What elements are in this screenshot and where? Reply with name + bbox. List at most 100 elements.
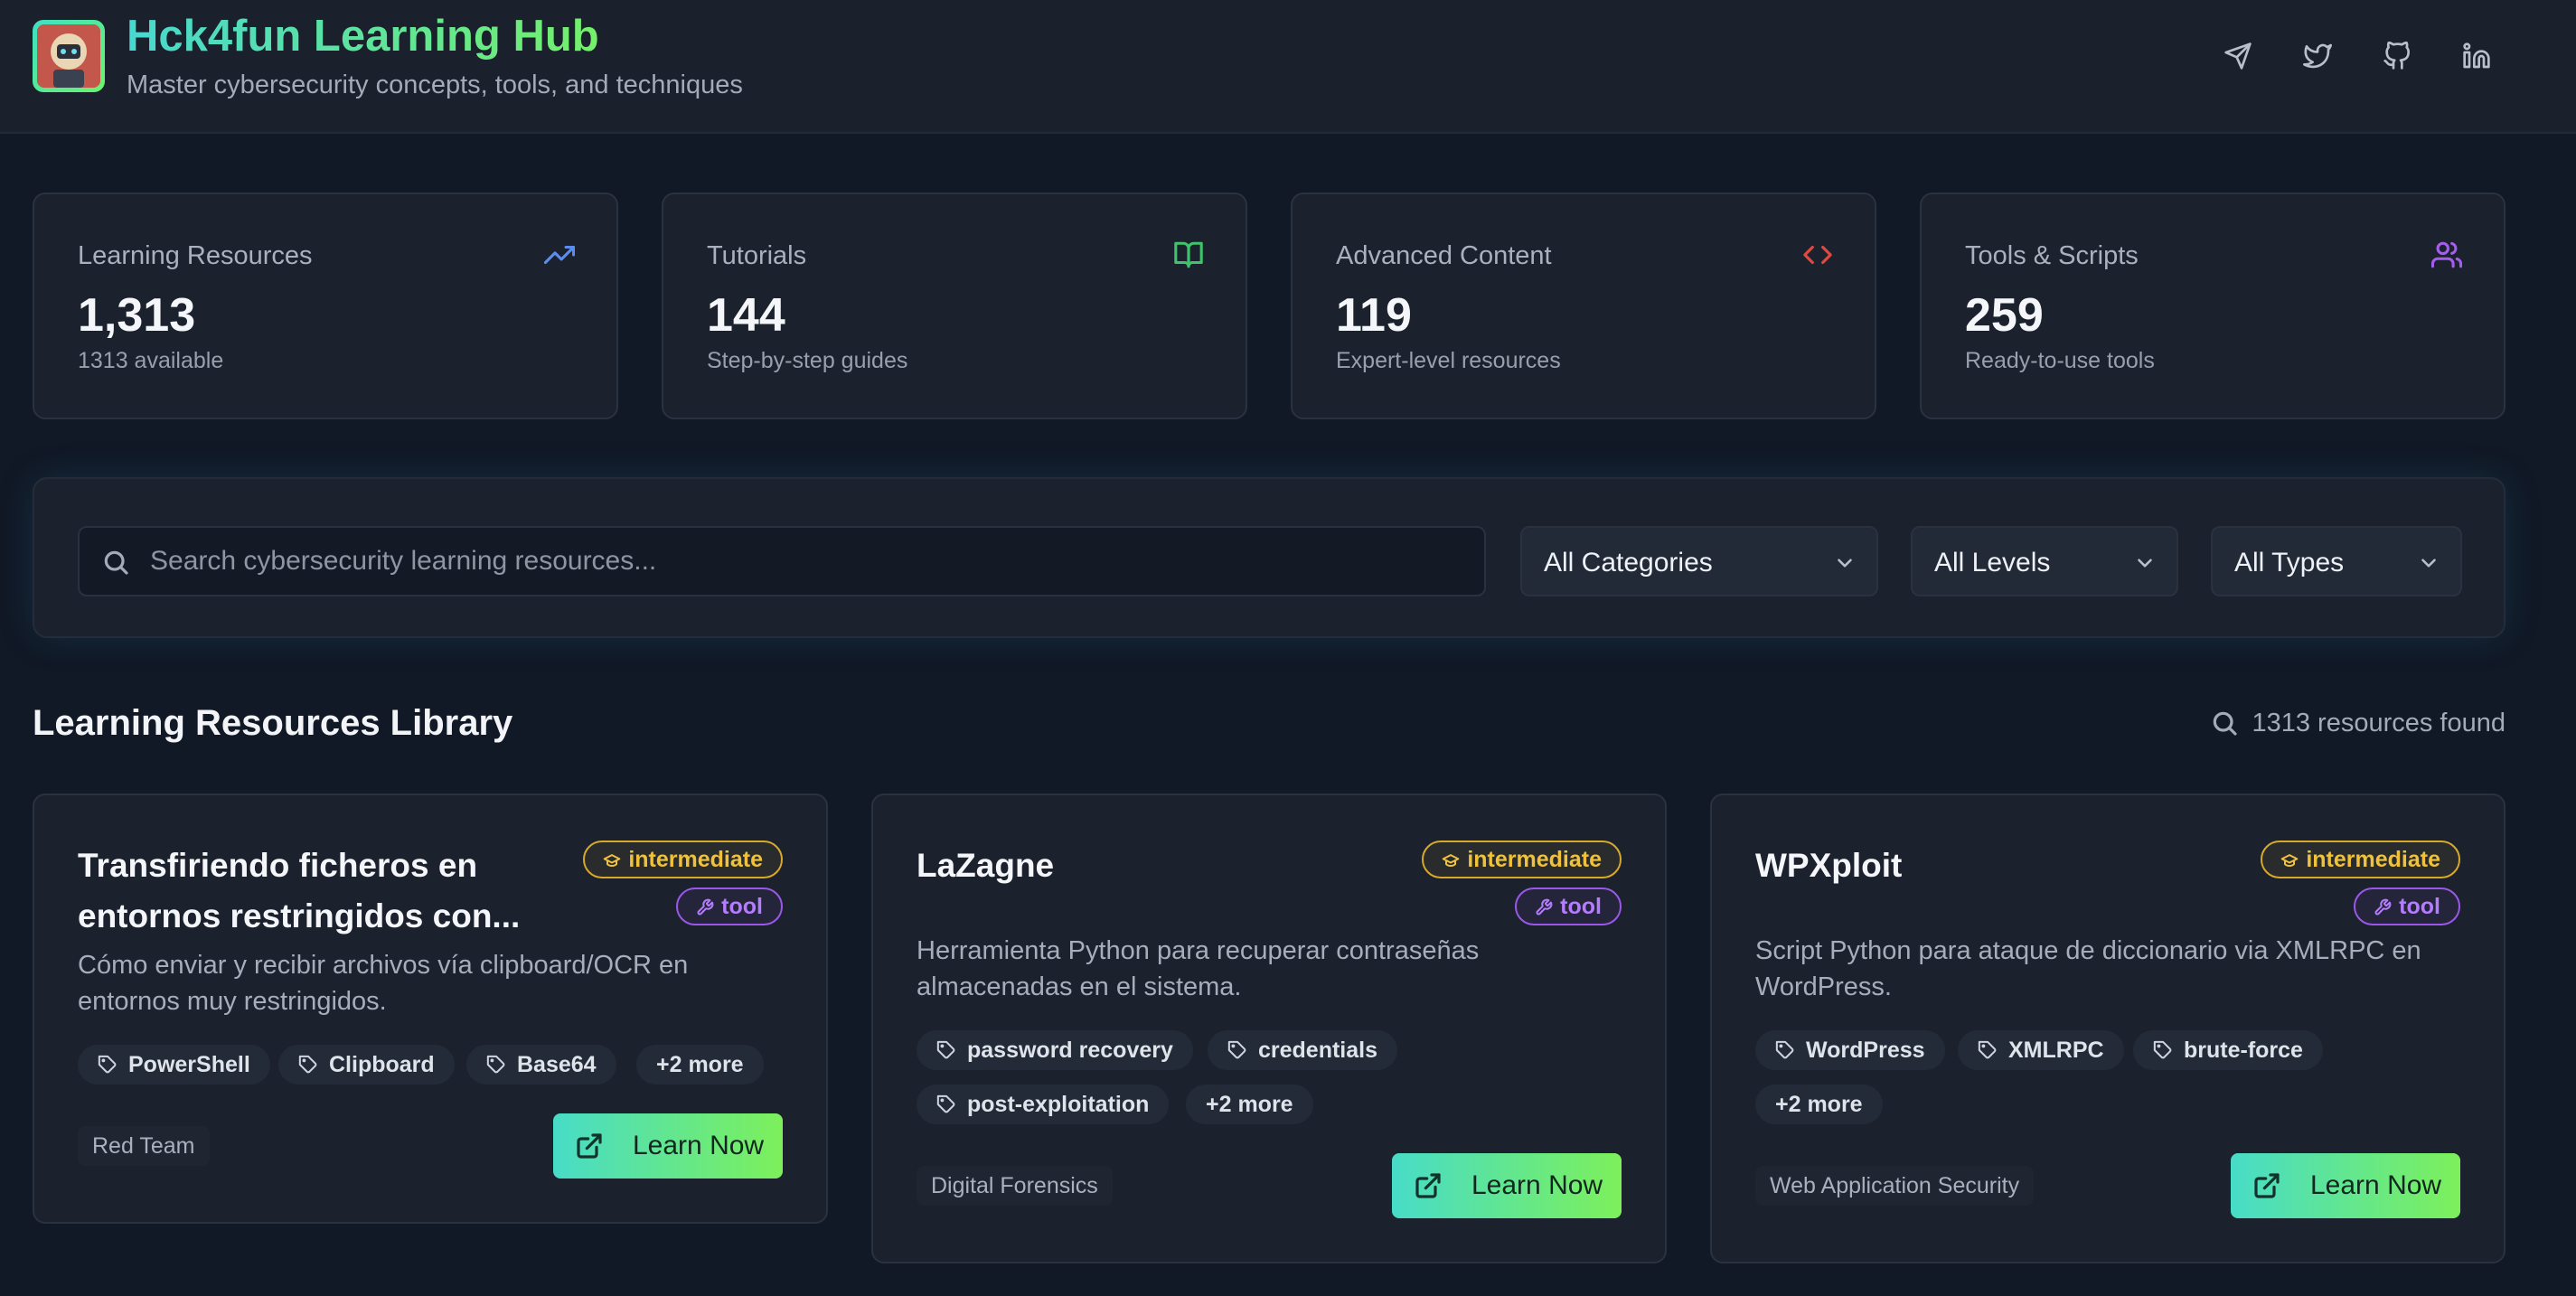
app-subtitle: Master cybersecurity concepts, tools, an… bbox=[127, 70, 743, 99]
level-badge: intermediate bbox=[2261, 841, 2460, 878]
stat-card-tutorials: Tutorials 144 Step-by-step guides bbox=[662, 193, 1247, 419]
type-badge: tool bbox=[676, 887, 783, 925]
stat-subtext: Expert-level resources bbox=[1336, 348, 1561, 373]
tag-icon bbox=[98, 1055, 117, 1074]
learn-now-button[interactable]: Learn Now bbox=[553, 1113, 783, 1179]
trending-up-icon bbox=[543, 239, 576, 270]
graduation-cap-icon bbox=[603, 854, 621, 868]
category-select[interactable]: All Categories bbox=[1520, 526, 1878, 596]
search-box bbox=[78, 526, 1486, 596]
stat-subtext: 1313 available bbox=[78, 348, 224, 373]
learn-now-button[interactable]: Learn Now bbox=[1392, 1153, 1622, 1218]
search-input[interactable] bbox=[150, 528, 1470, 595]
category-label: Web Application Security bbox=[1755, 1166, 2035, 1206]
card-title[interactable]: LaZagne bbox=[917, 841, 1405, 891]
tag-icon bbox=[936, 1094, 955, 1113]
level-badge: intermediate bbox=[583, 841, 783, 878]
card-description: Cómo enviar y recibir archivos vía clipb… bbox=[78, 951, 689, 1016]
learn-now-label: Learn Now bbox=[633, 1131, 765, 1160]
level-badge: intermediate bbox=[1422, 841, 1622, 878]
telegram-icon[interactable] bbox=[2220, 38, 2256, 74]
tag-icon bbox=[1227, 1040, 1246, 1059]
users-icon bbox=[2430, 239, 2463, 270]
tag-label: credentials bbox=[1258, 1038, 1378, 1063]
more-tags-badge[interactable]: +2 more bbox=[1186, 1085, 1313, 1124]
tag-label: XMLRPC bbox=[2008, 1038, 2104, 1063]
search-icon bbox=[2214, 711, 2238, 736]
type-badge: tool bbox=[1515, 887, 1622, 925]
type-badge-label: tool bbox=[2399, 894, 2440, 919]
stat-card-learning-resources: Learning Resources 1,313 1313 available bbox=[33, 193, 618, 419]
more-tags-badge[interactable]: +2 more bbox=[1755, 1085, 1883, 1124]
stat-label: Tools & Scripts bbox=[1965, 241, 2139, 270]
card-title[interactable]: Transfiriendo ficheros en entornos restr… bbox=[78, 841, 566, 942]
type-select[interactable]: All Types bbox=[2211, 526, 2462, 596]
tag[interactable]: post-exploitation bbox=[917, 1085, 1170, 1124]
tag-icon bbox=[298, 1055, 317, 1074]
card-description: Herramienta Python para recuperar contra… bbox=[917, 936, 1480, 1001]
stat-label: Learning Resources bbox=[78, 241, 313, 270]
tag[interactable]: password recovery bbox=[917, 1030, 1193, 1070]
app-title: Hck4fun Learning Hub bbox=[127, 12, 599, 61]
app-logo bbox=[33, 20, 105, 92]
tag-icon bbox=[936, 1040, 955, 1059]
stat-value: 144 bbox=[707, 289, 785, 342]
card-description: Script Python para ataque de diccionario… bbox=[1755, 936, 2421, 1001]
level-select[interactable]: All Levels bbox=[1911, 526, 2178, 596]
stat-label: Advanced Content bbox=[1336, 241, 1552, 270]
external-link-icon bbox=[1415, 1173, 1441, 1198]
code-icon bbox=[1802, 239, 1833, 270]
stat-value: 259 bbox=[1965, 289, 2044, 342]
tag-icon bbox=[1978, 1040, 1997, 1059]
stat-value: 1,313 bbox=[78, 289, 196, 342]
card-title[interactable]: WPXploit bbox=[1755, 841, 2243, 891]
type-badge-label: tool bbox=[1560, 894, 1602, 919]
linkedin-icon[interactable] bbox=[2458, 38, 2495, 74]
learn-now-label: Learn Now bbox=[2310, 1170, 2442, 1200]
twitter-icon[interactable] bbox=[2299, 38, 2336, 74]
chevron-down-icon bbox=[2421, 559, 2436, 568]
tag-label: password recovery bbox=[967, 1038, 1173, 1063]
library-title: Learning Resources Library bbox=[33, 703, 513, 743]
app-header: Hck4fun Learning Hub Master cybersecurit… bbox=[0, 0, 2576, 134]
resource-card: LaZagne intermediate tool Herramienta Py… bbox=[871, 794, 1667, 1263]
tag-label: WordPress bbox=[1806, 1038, 1925, 1063]
level-select-value: All Levels bbox=[1934, 548, 2051, 578]
stat-label: Tutorials bbox=[707, 241, 807, 270]
stat-value: 119 bbox=[1336, 289, 1412, 342]
tag-label: Base64 bbox=[517, 1052, 597, 1077]
wrench-icon bbox=[2374, 898, 2392, 916]
chevron-down-icon bbox=[2138, 559, 2152, 568]
results-count: 1313 resources found bbox=[2210, 709, 2505, 738]
learn-now-button[interactable]: Learn Now bbox=[2231, 1153, 2460, 1218]
filter-bar: All Categories All Levels All Types bbox=[33, 477, 2505, 638]
level-badge-label: intermediate bbox=[1467, 847, 1602, 872]
search-icon bbox=[104, 550, 128, 575]
graduation-cap-icon bbox=[1442, 854, 1460, 868]
more-tags-badge[interactable]: +2 more bbox=[636, 1045, 764, 1085]
tag[interactable]: Clipboard bbox=[278, 1045, 455, 1085]
level-badge-label: intermediate bbox=[2306, 847, 2440, 872]
tag[interactable]: WordPress bbox=[1755, 1030, 1945, 1070]
stat-subtext: Step-by-step guides bbox=[707, 348, 908, 373]
results-count-text: 1313 resources found bbox=[2252, 709, 2505, 737]
tag-icon bbox=[2153, 1040, 2172, 1059]
graduation-cap-icon bbox=[2280, 854, 2299, 868]
stat-card-tools-scripts: Tools & Scripts 259 Ready-to-use tools bbox=[1920, 193, 2505, 419]
category-label: Red Team bbox=[78, 1126, 210, 1166]
stat-card-advanced-content: Advanced Content 119 Expert-level resour… bbox=[1291, 193, 1876, 419]
learn-now-label: Learn Now bbox=[1471, 1170, 1603, 1200]
tag-label: PowerShell bbox=[128, 1052, 250, 1077]
tag[interactable]: XMLRPC bbox=[1958, 1030, 2124, 1070]
github-icon[interactable] bbox=[2379, 38, 2415, 74]
type-badge-label: tool bbox=[721, 894, 763, 919]
type-select-value: All Types bbox=[2234, 548, 2345, 578]
tag-label: Clipboard bbox=[329, 1052, 435, 1077]
tag[interactable]: PowerShell bbox=[78, 1045, 270, 1085]
tag[interactable]: credentials bbox=[1208, 1030, 1398, 1070]
tag[interactable]: brute-force bbox=[2133, 1030, 2323, 1070]
type-badge: tool bbox=[2354, 887, 2460, 925]
resource-card: WPXploit intermediate tool Script Python… bbox=[1710, 794, 2505, 1263]
wrench-icon bbox=[1536, 898, 1553, 916]
tag[interactable]: Base64 bbox=[466, 1045, 616, 1085]
